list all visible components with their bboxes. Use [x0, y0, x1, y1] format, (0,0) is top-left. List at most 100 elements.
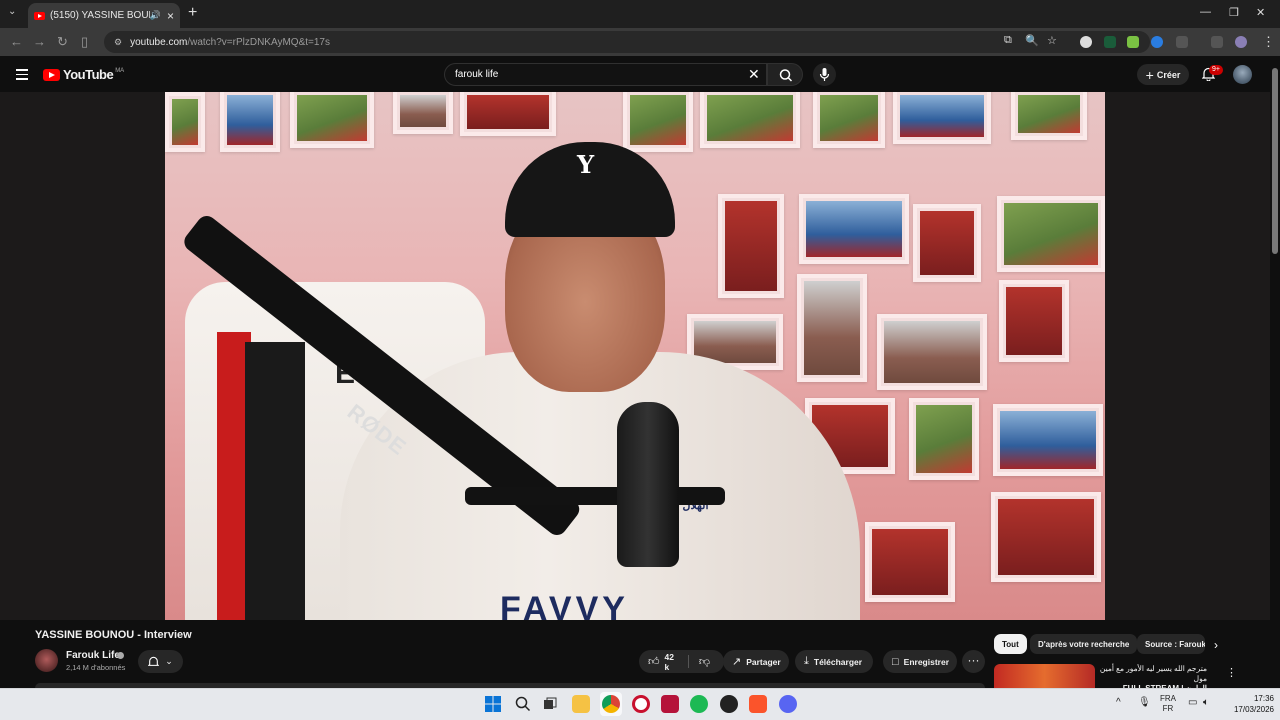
address-bar[interactable]: ⚙ youtube.com/watch?v=rPlzDNKAyMQ&t=17s [104, 31, 1150, 53]
search-icon [779, 69, 793, 82]
discord-icon[interactable] [779, 695, 797, 713]
wall-photo [865, 522, 955, 602]
menu-icon[interactable] [16, 69, 28, 83]
thumbs-up-icon[interactable]: 👍︎ [648, 655, 660, 668]
bookmark-icon: □ [892, 655, 899, 668]
input-language-top: FRA [1160, 694, 1176, 703]
chips-next-chevron-icon[interactable]: › [1214, 638, 1218, 652]
search-input[interactable]: farouk life [444, 63, 767, 86]
youtube-logo[interactable]: YouTube MA [43, 67, 124, 82]
restore-icon[interactable]: ❐ [1229, 6, 1239, 19]
like-count: 42 k [664, 651, 674, 672]
reload-icon[interactable]: ↻ [57, 34, 68, 50]
browser-menu-icon[interactable]: ⋮ [1262, 34, 1275, 50]
download-button[interactable]: ⤓ Télécharger [795, 650, 873, 673]
country-code: MA [115, 67, 125, 74]
system-clock[interactable]: 17:36 17/03/2026 [1218, 693, 1274, 715]
site-info-icon[interactable]: ⚙ [114, 37, 122, 48]
browser-toolbar: ← → ↻ ▯ ⚙ youtube.com/watch?v=rPlzDNKAyM… [0, 28, 1280, 56]
volume-icon[interactable]: 🔈︎ [1203, 697, 1209, 708]
tray-overflow-chevron-icon[interactable]: ^ [1116, 697, 1121, 708]
spotify-icon[interactable] [690, 695, 708, 713]
wall-photo [393, 92, 453, 134]
extensions-puzzle-icon[interactable] [1176, 36, 1188, 48]
search-button[interactable] [767, 63, 803, 86]
save-label: Enregistrer [903, 656, 950, 667]
windows-start-icon[interactable] [485, 696, 501, 712]
profile-avatar[interactable] [1235, 36, 1247, 48]
taskbar-search-icon[interactable] [515, 696, 531, 712]
acrobat-icon[interactable] [661, 695, 679, 713]
wall-photo [290, 92, 374, 148]
window-close-icon[interactable]: ✕ [1256, 6, 1265, 19]
download-icon: ⤓ [804, 655, 809, 667]
wall-photo [993, 404, 1103, 476]
input-language[interactable]: FRA FR [1160, 694, 1176, 714]
page-scrollbar-thumb[interactable] [1272, 68, 1278, 254]
chip-all[interactable]: Tout [994, 634, 1027, 654]
bookmark-star-icon[interactable]: ☆ [1047, 34, 1057, 47]
account-avatar[interactable] [1233, 65, 1252, 84]
wall-photo [909, 398, 979, 480]
recommended-video-menu-icon[interactable]: ⋮ [1226, 666, 1237, 679]
task-view-icon[interactable] [543, 697, 557, 711]
share-button[interactable]: ↗ Partager [723, 650, 789, 673]
forward-icon[interactable]: → [33, 34, 46, 49]
channel-avatar[interactable] [35, 649, 58, 672]
brave-icon[interactable] [749, 695, 767, 713]
verified-icon [117, 652, 124, 659]
youtube-header: YouTube MA farouk life ✕ + Créer 9+ [0, 56, 1280, 92]
video-frame[interactable]: EGA ALHILAL الهلال FAVVY RØDE [165, 92, 1105, 620]
minimize-icon[interactable]: — [1200, 6, 1211, 18]
sidepanel-icon[interactable]: ▯ [81, 34, 88, 50]
browser-tab[interactable]: (5150) YASSINE BOUNOU - 🔊 × [28, 3, 180, 28]
chip-source[interactable]: Source : Farouk [1137, 634, 1205, 654]
subscription-bell-button[interactable]: ⌄ [138, 650, 183, 673]
create-button[interactable]: + Créer [1137, 64, 1189, 85]
chrome-icon[interactable] [602, 695, 620, 713]
create-label: Créer [1156, 69, 1181, 80]
save-button[interactable]: □ Enregistrer [883, 650, 957, 673]
wall-photo [460, 92, 556, 136]
clear-search-icon[interactable]: ✕ [748, 67, 760, 81]
zoom-icon[interactable]: 🔍 [1025, 34, 1039, 47]
like-dislike-button[interactable]: 👍︎ 42 k 👎︎ [639, 650, 724, 673]
file-explorer-icon[interactable] [572, 695, 590, 713]
wall-photo [797, 274, 867, 382]
back-icon[interactable]: ← [10, 34, 23, 49]
wall-photo [893, 92, 991, 144]
like-divider [688, 655, 689, 668]
microphone-mount [465, 487, 725, 505]
wall-photo [718, 194, 784, 298]
new-tab-icon[interactable]: + [188, 4, 197, 22]
app-icon[interactable] [632, 695, 650, 713]
notification-count-badge: 9+ [1209, 65, 1223, 75]
reading-list-icon[interactable] [1211, 36, 1223, 48]
plus-icon: + [1145, 66, 1154, 83]
extension-icon[interactable] [1151, 36, 1163, 48]
wall-photo [813, 92, 885, 148]
network-icon[interactable]: ▭ [1188, 697, 1197, 708]
voice-search-button[interactable] [813, 63, 836, 86]
extension-icon[interactable] [1104, 36, 1116, 48]
extension-icon[interactable] [1127, 36, 1139, 48]
download-label: Télécharger [813, 656, 863, 667]
more-actions-button[interactable]: ··· [962, 650, 985, 673]
chevron-down-icon: ⌄ [165, 656, 173, 666]
url-path: /watch?v=rPlzDNKAyMQ&t=17s [187, 36, 330, 48]
app-icon[interactable] [720, 695, 738, 713]
tab-search-chevron-icon[interactable]: ⌄ [8, 6, 16, 17]
chip-related[interactable]: D'après votre recherche [1030, 634, 1138, 654]
tab-audio-icon[interactable]: 🔊 [150, 10, 161, 21]
install-app-icon[interactable]: ⧉ [1004, 34, 1012, 47]
wall-photo [1011, 92, 1087, 140]
video-player-area[interactable]: EGA ALHILAL الهلال FAVVY RØDE [0, 92, 1270, 620]
thumbs-down-icon[interactable]: 👎︎ [699, 655, 710, 668]
microphone-tray-icon[interactable]: 🎙︎ [1138, 697, 1151, 708]
extension-icon[interactable] [1080, 36, 1092, 48]
recommended-video-thumbnail[interactable] [994, 664, 1095, 688]
tab-close-icon[interactable]: × [167, 9, 174, 23]
video-title: YASSINE BOUNOU - Interview [35, 629, 192, 641]
channel-name[interactable]: Farouk Life [66, 650, 120, 661]
microphone-icon [819, 68, 830, 81]
